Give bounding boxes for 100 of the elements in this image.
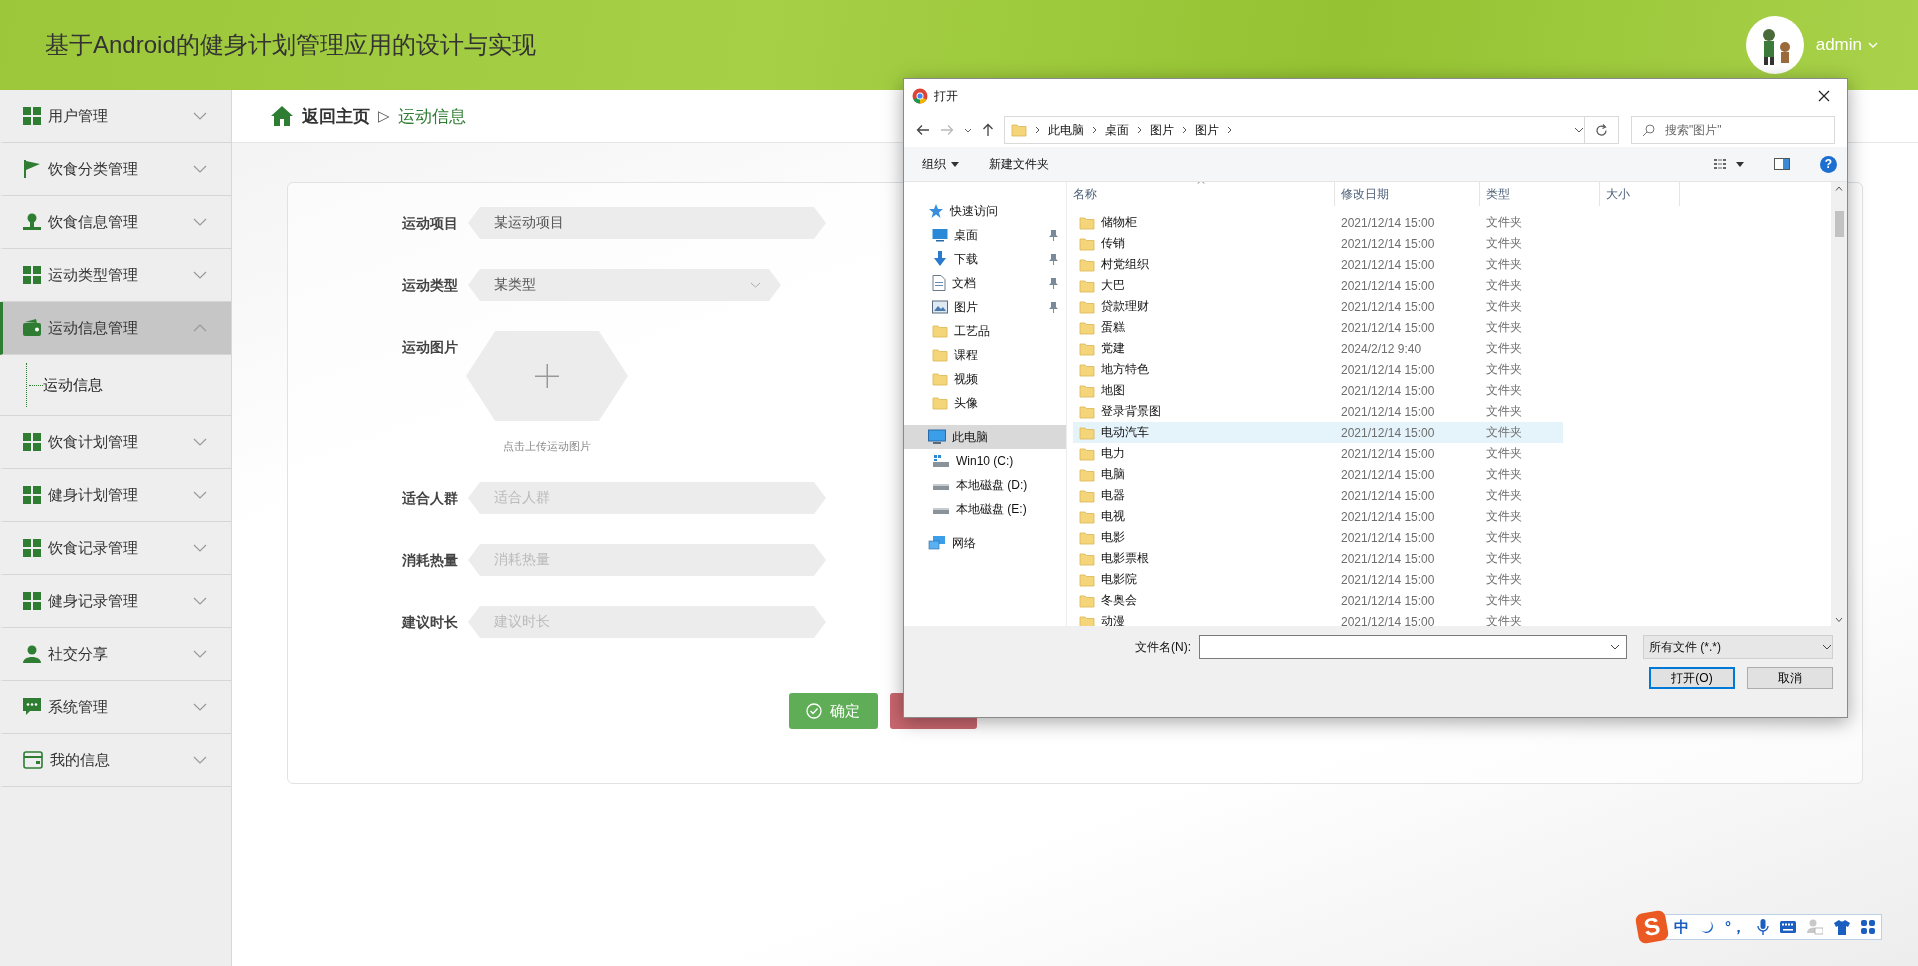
column-header[interactable]: 名称 (1067, 182, 1335, 206)
input-mode-toggle[interactable]: 中 (1674, 917, 1689, 937)
file-row[interactable]: 贷款理财 2021/12/14 15:00 文件夹 (1073, 296, 1563, 317)
file-row[interactable]: 登录背景图 2021/12/14 15:00 文件夹 (1073, 401, 1563, 422)
keyboard-icon[interactable] (1780, 921, 1796, 933)
chevron-down-icon (193, 703, 207, 711)
sidebar-item[interactable]: 饮食信息管理 (0, 196, 231, 249)
sidebar-item[interactable]: 运动信息管理 (0, 302, 231, 355)
shirt-icon[interactable] (1834, 919, 1850, 935)
nav-item[interactable]: 课程 (904, 343, 1066, 367)
column-header[interactable]: 修改日期 (1335, 182, 1480, 206)
file-row[interactable]: 党建 2024/2/12 9:40 文件夹 (1073, 338, 1563, 359)
file-name: 电影 (1101, 529, 1125, 546)
nav-item[interactable]: 桌面 (904, 223, 1066, 247)
nav-item[interactable]: 图片 (904, 295, 1066, 319)
sidebar-subitem[interactable]: 运动信息 (43, 375, 103, 395)
address-bar[interactable]: 此电脑 桌面 图片 图片 (1004, 116, 1585, 144)
new-folder-button[interactable]: 新建文件夹 (989, 155, 1049, 173)
file-name: 电力 (1101, 445, 1125, 462)
cancel-button[interactable]: 取消 (1747, 667, 1833, 689)
file-row[interactable]: 电动汽车 2021/12/14 15:00 文件夹 (1073, 422, 1563, 443)
microphone-icon[interactable] (1757, 919, 1769, 935)
sidebar-item[interactable]: 我的信息 (0, 734, 231, 787)
field-label: 消耗热量 (401, 551, 458, 570)
file-date: 2021/12/14 15:00 (1340, 362, 1436, 377)
file-row[interactable]: 动漫 2021/12/14 15:00 文件夹 (1073, 611, 1563, 626)
home-link[interactable]: 返回主页 (270, 104, 370, 128)
file-row[interactable]: 电脑 2021/12/14 15:00 文件夹 (1073, 464, 1563, 485)
nav-item[interactable]: 网络 (904, 531, 1066, 555)
folder-icon (1079, 425, 1095, 440)
file-row[interactable]: 电力 2021/12/14 15:00 文件夹 (1073, 443, 1563, 464)
user-avatar[interactable] (1745, 16, 1804, 74)
chat-icon (23, 698, 41, 716)
file-type: 文件夹 (1485, 340, 1523, 357)
back-icon[interactable] (916, 124, 930, 136)
moon-icon[interactable] (1700, 920, 1714, 934)
file-row[interactable]: 地图 2021/12/14 15:00 文件夹 (1073, 380, 1563, 401)
file-row[interactable]: 地方特色 2021/12/14 15:00 文件夹 (1073, 359, 1563, 380)
help-button[interactable]: ? (1820, 155, 1837, 173)
nav-item[interactable]: 头像 (904, 391, 1066, 415)
chevron-up-icon (193, 324, 207, 332)
nav-item[interactable]: 工艺品 (904, 319, 1066, 343)
file-row[interactable]: 电影院 2021/12/14 15:00 文件夹 (1073, 569, 1563, 590)
dropdown-icon[interactable] (964, 127, 972, 133)
filename-field[interactable] (1199, 635, 1627, 659)
nav-item[interactable]: 快速访问 (904, 199, 1066, 223)
path-segment[interactable]: 桌面 (1105, 121, 1129, 139)
grid-icon (23, 107, 41, 125)
file-name: 电脑 (1101, 466, 1125, 483)
sidebar-item[interactable]: 饮食分类管理 (0, 143, 231, 196)
filetype-dropdown[interactable]: 所有文件 (*.*) (1643, 635, 1833, 659)
sidebar-item[interactable]: 饮食记录管理 (0, 522, 231, 575)
chevron-down-icon (193, 165, 207, 173)
nav-item[interactable]: 本地磁盘 (D:) (904, 473, 1066, 497)
sidebar-item[interactable]: 社交分享 (0, 628, 231, 681)
path-segment[interactable]: 图片 (1195, 121, 1219, 139)
close-icon (1818, 90, 1830, 102)
file-row[interactable]: 村党组织 2021/12/14 15:00 文件夹 (1073, 254, 1563, 275)
search-field[interactable]: 搜索"图片" (1631, 116, 1835, 144)
file-row[interactable]: 大巴 2021/12/14 15:00 文件夹 (1073, 275, 1563, 296)
up-icon[interactable] (982, 123, 994, 137)
sidebar-item[interactable]: 系统管理 (0, 681, 231, 734)
column-header[interactable]: 类型 (1480, 182, 1600, 206)
file-row[interactable]: 蛋糕 2021/12/14 15:00 文件夹 (1073, 317, 1563, 338)
nav-item[interactable]: 本地磁盘 (E:) (904, 497, 1066, 521)
nav-item[interactable]: 下载 (904, 247, 1066, 271)
sidebar-item[interactable]: 饮食计划管理 (0, 416, 231, 469)
scrollbar[interactable] (1831, 182, 1847, 626)
sidebar-item[interactable]: 用户管理 (0, 90, 231, 143)
file-row[interactable]: 电影 2021/12/14 15:00 文件夹 (1073, 527, 1563, 548)
star-icon (928, 203, 944, 219)
file-row[interactable]: 冬奥会 2021/12/14 15:00 文件夹 (1073, 590, 1563, 611)
nav-item[interactable]: 视频 (904, 367, 1066, 391)
nav-item[interactable]: Win10 (C:) (904, 449, 1066, 473)
punctuation-toggle[interactable]: °， (1725, 917, 1746, 937)
file-type: 文件夹 (1485, 403, 1523, 420)
column-header[interactable]: 大小 (1600, 182, 1680, 206)
path-segment[interactable]: 此电脑 (1048, 121, 1084, 139)
file-row[interactable]: 电器 2021/12/14 15:00 文件夹 (1073, 485, 1563, 506)
scrollbar-thumb[interactable] (1834, 211, 1844, 237)
grid-icon[interactable] (1861, 920, 1875, 934)
input-field[interactable]: 某运动项目 (468, 207, 826, 239)
path-segment[interactable]: 图片 (1150, 121, 1174, 139)
chevron-down-icon (193, 438, 207, 446)
file-row[interactable]: 储物柜 2021/12/14 15:00 文件夹 (1073, 212, 1563, 233)
sidebar-item[interactable]: 健身计划管理 (0, 469, 231, 522)
file-row[interactable]: 电影票根 2021/12/14 15:00 文件夹 (1073, 548, 1563, 569)
open-button[interactable]: 打开(O) (1649, 667, 1735, 689)
preview-pane-icon[interactable] (1774, 158, 1790, 170)
chevron-right-icon (1092, 126, 1097, 134)
nav-item[interactable]: 文档 (904, 271, 1066, 295)
file-row[interactable]: 传销 2021/12/14 15:00 文件夹 (1073, 233, 1563, 254)
select-field[interactable]: 某类型 (468, 269, 781, 301)
file-row[interactable]: 电视 2021/12/14 15:00 文件夹 (1073, 506, 1563, 527)
sidebar-item[interactable]: 健身记录管理 (0, 575, 231, 628)
organize-menu[interactable]: 组织 (922, 155, 959, 173)
refresh-button[interactable] (1585, 116, 1619, 144)
nav-item[interactable]: 此电脑 (904, 425, 1066, 449)
file-name: 储物柜 (1101, 214, 1137, 231)
file-type: 文件夹 (1485, 214, 1523, 231)
